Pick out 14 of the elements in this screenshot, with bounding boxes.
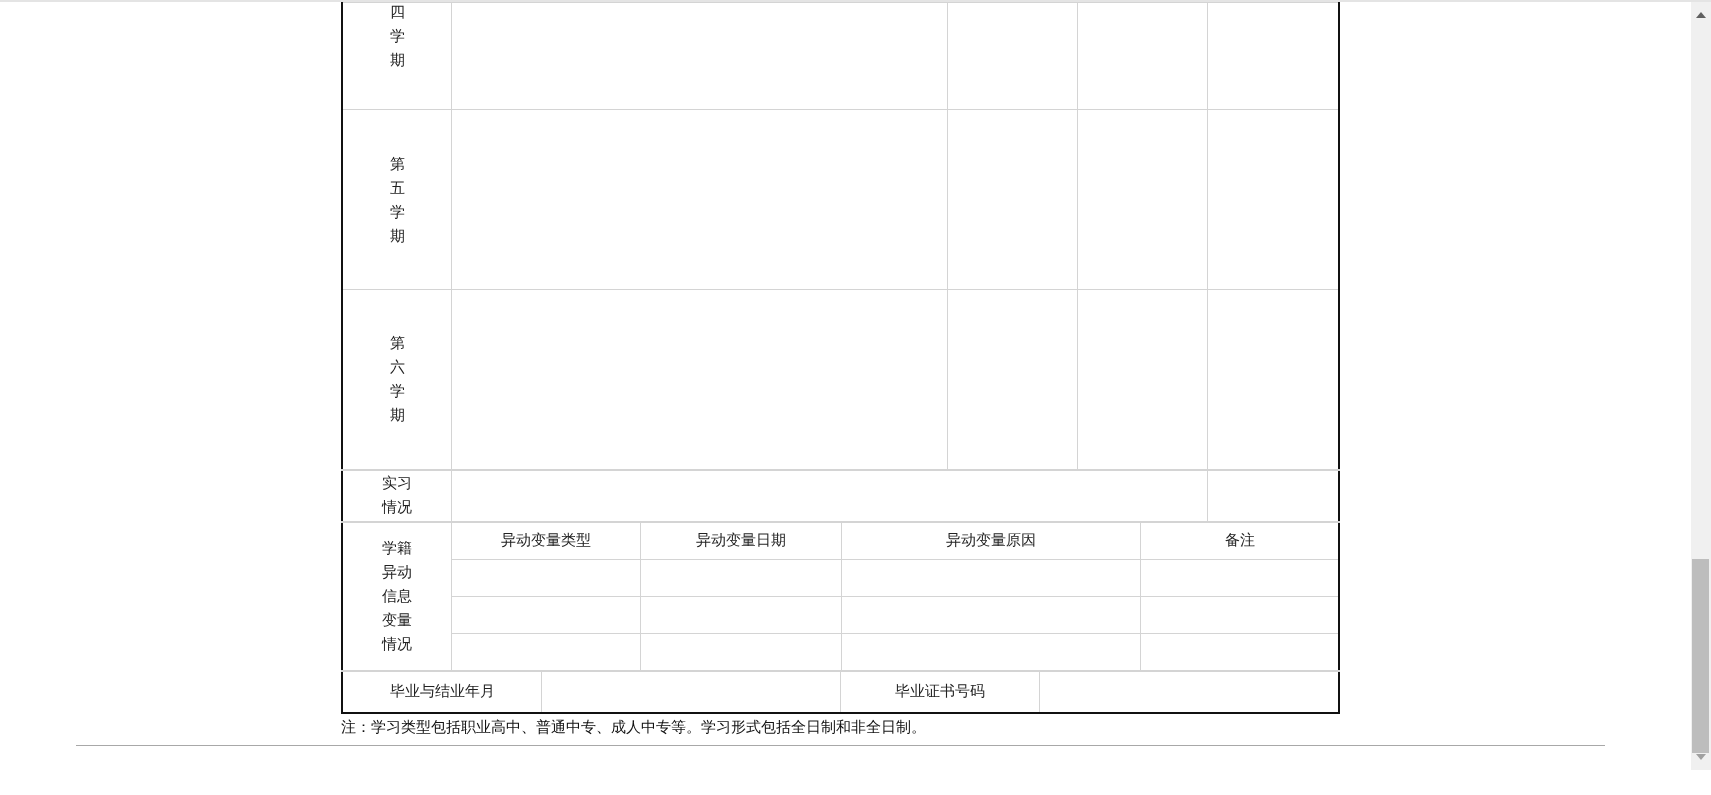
- scroll-up-icon[interactable]: [1696, 12, 1706, 18]
- row-label: 第五学期: [342, 109, 452, 290]
- field-label: 毕业与结业年月: [343, 671, 542, 712]
- footnote: 注：学习类型包括职业高中、普通中专、成人中专等。学习形式包括全日制和非全日制。: [341, 716, 927, 737]
- column-header: 异动变量日期: [640, 522, 842, 559]
- column-header: 异动变量类型: [452, 522, 641, 559]
- field-label: 毕业证书号码: [840, 671, 1040, 712]
- column-header: 备注: [1140, 522, 1338, 559]
- row-label: 实习情况: [342, 469, 452, 522]
- scrollbar-thumb[interactable]: [1692, 559, 1709, 753]
- scrollbar[interactable]: [1691, 2, 1711, 770]
- row-label: 学籍 异动 信息 变量 情况: [342, 521, 452, 671]
- column-header: 异动变量原因: [841, 522, 1141, 559]
- row-label: 四学期: [342, 2, 452, 110]
